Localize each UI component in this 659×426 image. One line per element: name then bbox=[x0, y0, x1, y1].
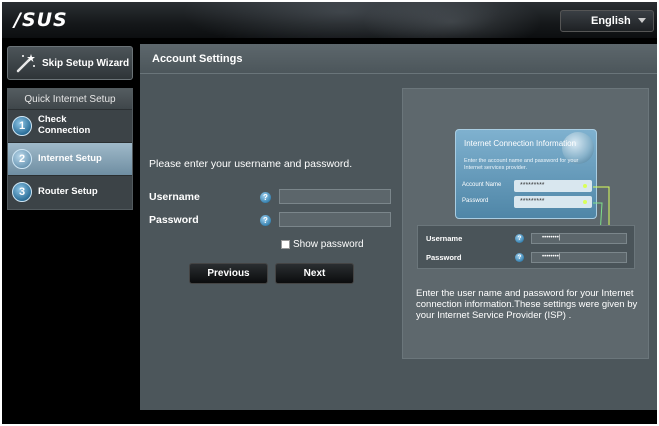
username-help-icon[interactable]: ? bbox=[260, 192, 271, 203]
password-help-icon[interactable]: ? bbox=[260, 215, 271, 226]
mini-help-icon: ? bbox=[515, 253, 524, 262]
username-label: Username bbox=[149, 191, 200, 203]
wizard-steps-panel: Quick Internet Setup 1 Check Connection … bbox=[7, 88, 133, 210]
password-label: Password bbox=[149, 214, 199, 226]
step-label: Check Connection bbox=[38, 114, 90, 136]
skip-setup-wizard-button[interactable]: Skip Setup Wizard bbox=[7, 46, 133, 80]
step-internet-setup[interactable]: 2 Internet Setup bbox=[8, 143, 132, 176]
next-button[interactable]: Next bbox=[275, 263, 354, 284]
asus-logo: /SUS bbox=[14, 9, 68, 31]
previous-button[interactable]: Previous bbox=[189, 263, 268, 284]
header-decoration-2 bbox=[362, 2, 542, 38]
step-label: Router Setup bbox=[38, 186, 98, 197]
step-label-line2: Connection bbox=[38, 125, 91, 136]
step-router-setup[interactable]: 3 Router Setup bbox=[8, 176, 132, 209]
step-number-badge: 1 bbox=[12, 116, 32, 136]
app-frame: /SUS English Skip Setup Wizard Quick Int… bbox=[2, 2, 657, 424]
step-number-badge: 3 bbox=[12, 182, 32, 202]
step-number-badge: 2 bbox=[12, 149, 32, 169]
mini-password-field: ••••••••| bbox=[531, 252, 627, 263]
instruction-text: Please enter your username and password. bbox=[149, 158, 353, 170]
magic-wand-icon bbox=[16, 54, 35, 73]
step-label: Internet Setup bbox=[38, 153, 102, 164]
step-label-line1: Check bbox=[38, 114, 67, 125]
isp-help-text: Enter the user name and password for you… bbox=[416, 288, 638, 321]
wizard-section-title: Quick Internet Setup bbox=[8, 89, 132, 110]
page-title: Account Settings bbox=[140, 44, 657, 74]
mini-password-label: Password bbox=[426, 253, 462, 262]
show-password-checkbox[interactable] bbox=[281, 240, 290, 249]
username-input[interactable] bbox=[279, 189, 391, 204]
language-select[interactable]: English bbox=[560, 10, 654, 32]
skip-wizard-label: Skip Setup Wizard bbox=[42, 58, 130, 69]
step-check-connection[interactable]: 1 Check Connection bbox=[8, 110, 132, 143]
password-input[interactable] bbox=[279, 212, 391, 227]
mini-username-label: Username bbox=[426, 234, 463, 243]
top-bar: /SUS English bbox=[2, 2, 657, 38]
mini-help-icon: ? bbox=[515, 234, 524, 243]
mini-username-field: ••••••••| bbox=[531, 233, 627, 244]
mini-form-example: Username ? ••••••••| Password ? ••••••••… bbox=[417, 225, 635, 269]
language-label: English bbox=[591, 15, 631, 27]
main-panel: Account Settings Please enter your usern… bbox=[140, 44, 657, 410]
show-password-label: Show password bbox=[293, 239, 364, 250]
help-illustration-panel: Internet Connection Information Enter th… bbox=[402, 88, 649, 359]
chevron-down-icon bbox=[638, 18, 646, 23]
